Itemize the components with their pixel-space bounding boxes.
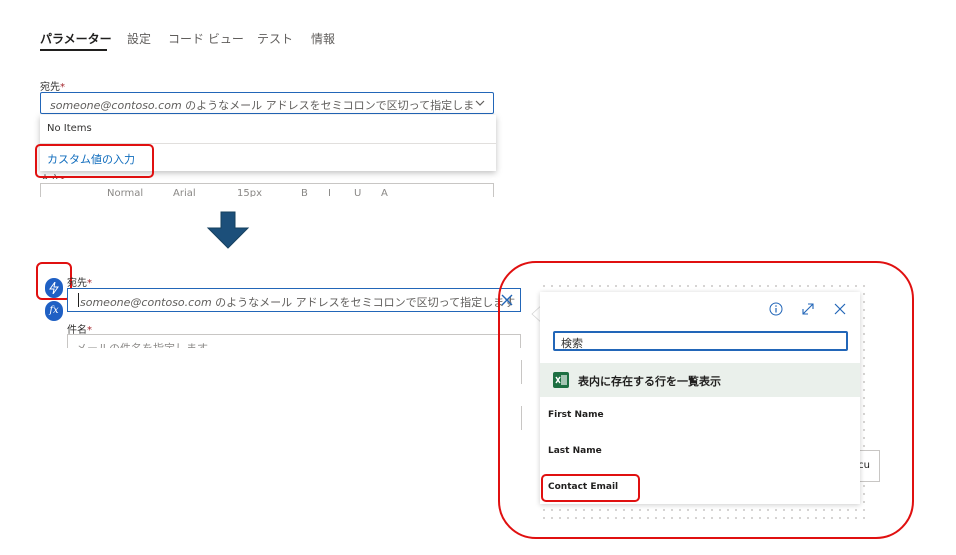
chevron-down-icon[interactable] [474, 97, 486, 109]
no-items-text: No Items [47, 123, 92, 134]
italic-button[interactable]: I [328, 188, 331, 197]
to-field-label: 宛先* [40, 82, 65, 93]
to-input-placeholder: someone@contoso.com のようなメール アドレスをセミコロンで区… [50, 99, 475, 112]
body-editor-toolbar: Normal Arial 15px B I U A [40, 183, 494, 197]
tab-code-view[interactable]: コード ビュー [168, 30, 244, 47]
highlight-custom-value [35, 144, 154, 178]
underline-button[interactable]: U [354, 188, 361, 197]
tab-settings[interactable]: 設定 [127, 30, 151, 47]
text-caret [78, 293, 79, 307]
tab-parameters[interactable]: パラメーター [40, 30, 112, 47]
tab-test[interactable]: テスト [257, 30, 293, 47]
to-input-placeholder-2: someone@contoso.com のようなメール アドレスをセミコロンで区… [80, 296, 516, 309]
bold-button[interactable]: B [301, 188, 308, 197]
subject-placeholder: メールの件名を指定します [76, 340, 208, 348]
font-size-select[interactable]: 15px [237, 188, 262, 197]
to-input-active[interactable]: someone@contoso.com のようなメール アドレスをセミコロンで区… [67, 288, 521, 312]
to-input[interactable]: someone@contoso.com のようなメール アドレスをセミコロンで区… [40, 92, 494, 114]
expression-button[interactable]: fx [45, 301, 63, 321]
active-tab-underline [40, 49, 107, 51]
tab-info[interactable]: 情報 [311, 30, 335, 47]
to-field-label-2: 宛先* [67, 278, 92, 289]
font-style-select[interactable]: Normal [107, 188, 143, 197]
down-arrow-icon [206, 211, 250, 249]
font-family-select[interactable]: Arial [173, 188, 196, 197]
font-color-button[interactable]: A [381, 188, 388, 197]
highlight-popup-region [498, 261, 914, 539]
subject-input[interactable]: メールの件名を指定します [67, 334, 521, 348]
